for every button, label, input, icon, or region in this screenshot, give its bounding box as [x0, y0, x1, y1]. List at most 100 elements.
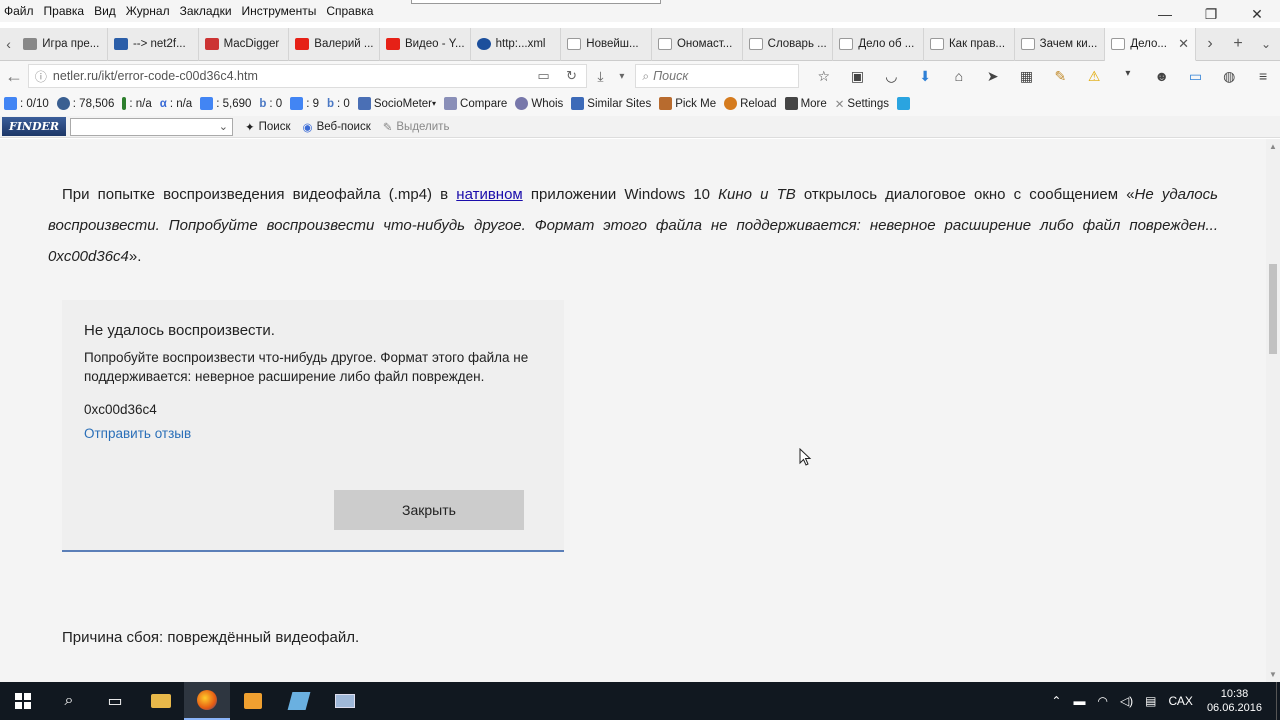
volume-icon[interactable]: ◁): [1120, 694, 1133, 708]
compare-button[interactable]: Compare: [444, 97, 507, 110]
tab[interactable]: Словарь ...: [743, 27, 834, 61]
send-feedback-link[interactable]: Отправить отзыв: [84, 426, 191, 441]
sync-icon[interactable]: ◍: [1212, 68, 1246, 85]
finder-web-search-button[interactable]: ◉ Веб-поиск: [303, 120, 371, 134]
google-pagerank-item[interactable]: : 0/10: [4, 97, 49, 110]
tab[interactable]: MacDigger: [199, 27, 290, 61]
scroll-down-icon[interactable]: ▼: [1269, 670, 1277, 679]
close-tab-icon[interactable]: ✕: [1178, 36, 1189, 52]
tab[interactable]: Ономаст...: [652, 27, 743, 61]
close-window-button[interactable]: ✕: [1234, 0, 1280, 28]
menu-edit[interactable]: Правка: [39, 0, 90, 22]
menu-bookmarks[interactable]: Закладки: [175, 0, 237, 22]
network-icon[interactable]: ◠: [1097, 694, 1107, 708]
tab[interactable]: Как прав...: [924, 27, 1015, 61]
alexa-rank-item[interactable]: : 78,506: [56, 97, 114, 110]
show-hidden-icons-icon[interactable]: ⌃: [1051, 694, 1061, 708]
minimize-button[interactable]: —: [1142, 0, 1188, 28]
finder-highlight-button[interactable]: ✎ Выделить: [383, 120, 450, 134]
qr-code-icon[interactable]: ▦: [1010, 68, 1044, 85]
alexa-alpha-item[interactable]: α: n/a: [160, 98, 192, 110]
more-button[interactable]: More: [784, 97, 827, 110]
site-info-icon[interactable]: ⓘ: [29, 68, 53, 85]
tab[interactable]: Новейш...: [561, 27, 652, 61]
whois-button[interactable]: Whois: [515, 97, 563, 110]
tab[interactable]: --> net2f...: [108, 27, 199, 61]
reader-view-icon[interactable]: ▭: [530, 68, 558, 84]
restore-button[interactable]: ❐: [1188, 0, 1234, 28]
task-view-icon[interactable]: ▭: [92, 682, 138, 720]
finder-search-button[interactable]: ✦ Поиск: [245, 120, 291, 134]
screen-icon[interactable]: ▭: [1179, 68, 1213, 85]
seo-label: More: [800, 97, 827, 110]
home-icon[interactable]: ⌂: [942, 68, 976, 85]
url-text[interactable]: netler.ru/ikt/error-code-c00d36c4.htm: [53, 69, 530, 83]
media-player-icon[interactable]: [230, 682, 276, 720]
tab[interactable]: http:...xml: [471, 27, 562, 61]
file-explorer-icon[interactable]: [138, 682, 184, 720]
twitter-button[interactable]: [896, 97, 913, 110]
feather-icon[interactable]: ✎: [1043, 68, 1077, 85]
tab[interactable]: Валерий ...: [289, 27, 380, 61]
reload-button[interactable]: Reload: [724, 97, 777, 110]
bing-index-item[interactable]: b: 0: [327, 98, 350, 110]
firefox-icon[interactable]: [184, 682, 230, 720]
similar-sites-button[interactable]: Similar Sites: [571, 97, 651, 110]
tab[interactable]: Зачем ки...: [1015, 27, 1106, 61]
reload-icon[interactable]: ↻: [558, 68, 586, 84]
dropdown-icon[interactable]: ▾: [1111, 68, 1145, 85]
list-all-tabs-icon[interactable]: ⌄: [1252, 37, 1280, 51]
pick-me-button[interactable]: Pick Me: [659, 97, 716, 110]
tab-scroll-left-icon[interactable]: ‹: [0, 36, 17, 52]
native-link[interactable]: нативном: [456, 186, 522, 203]
app-window-icon[interactable]: [322, 682, 368, 720]
pocket-icon[interactable]: ◡: [874, 68, 908, 85]
settings-button[interactable]: ✕ Settings: [835, 97, 889, 111]
tab-label: Как прав...: [948, 38, 1006, 50]
search-input[interactable]: [653, 69, 794, 83]
google-links-item[interactable]: : 9: [290, 97, 319, 110]
dropdown-arrow-icon[interactable]: ▾: [614, 71, 629, 82]
back-arrow-icon[interactable]: ←: [0, 66, 28, 87]
clipboard-icon[interactable]: ▣: [841, 68, 875, 85]
chat-icon[interactable]: ☻: [1145, 68, 1179, 85]
bing-links-item[interactable]: b: 0: [259, 98, 282, 110]
vertical-scrollbar[interactable]: ▲ ▼: [1266, 139, 1280, 682]
menu-view[interactable]: Вид: [89, 0, 121, 22]
battery-icon[interactable]: ▬: [1073, 694, 1085, 708]
search-icon[interactable]: ⌕: [46, 682, 92, 720]
clock[interactable]: 10:38 06.06.2016: [1207, 687, 1262, 715]
download-icon[interactable]: ⬇: [908, 68, 942, 85]
scrollbar-thumb[interactable]: [1269, 264, 1277, 354]
tab[interactable]: Игра пре...: [17, 27, 108, 61]
finder-search-select[interactable]: ⌄: [70, 117, 233, 136]
action-center-icon[interactable]: ▤: [1145, 694, 1156, 708]
app-blue-icon[interactable]: [276, 682, 322, 720]
google-index-item[interactable]: : 5,690: [200, 97, 251, 110]
language-indicator[interactable]: САХ: [1169, 694, 1193, 708]
menu-history[interactable]: Журнал: [121, 0, 175, 22]
finder-logo[interactable]: FINDER: [2, 117, 66, 136]
address-bar[interactable]: ⓘ netler.ru/ikt/error-code-c00d36c4.htm …: [27, 64, 587, 88]
warning-icon[interactable]: ⚠: [1077, 68, 1111, 85]
tab[interactable]: Видео - Y...: [380, 27, 471, 61]
search-box[interactable]: ⌕: [635, 64, 799, 88]
tab[interactable]: Дело об ...: [833, 27, 924, 61]
dmoz-item[interactable]: : n/a: [122, 97, 152, 110]
menu-tools[interactable]: Инструменты: [237, 0, 322, 22]
send-icon[interactable]: ➤: [976, 68, 1010, 85]
new-tab-icon[interactable]: +: [1224, 35, 1252, 53]
star-bookmark-icon[interactable]: ☆: [807, 68, 841, 85]
tab-scroll-right-icon[interactable]: ›: [1196, 35, 1224, 53]
google-index-icon: [200, 97, 214, 110]
download-arrow-icon[interactable]: ⤓: [587, 68, 615, 85]
menu-help[interactable]: Справка: [321, 0, 378, 22]
close-dialog-button[interactable]: Закрыть: [334, 490, 524, 530]
windows-start-icon[interactable]: [0, 682, 46, 720]
scroll-up-icon[interactable]: ▲: [1269, 142, 1277, 151]
hamburger-menu-icon[interactable]: ≡: [1246, 68, 1280, 85]
sociometer-button[interactable]: SocioMeter ▾: [357, 97, 436, 110]
notifications-icon[interactable]: [1276, 682, 1280, 720]
menu-file[interactable]: Файл: [0, 0, 39, 22]
tab-active[interactable]: Дело... ✕: [1105, 27, 1196, 61]
